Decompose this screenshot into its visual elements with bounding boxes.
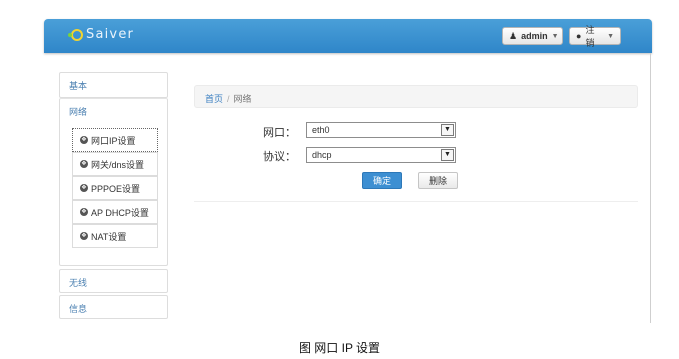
sidebar-item-label: PPPOE设置 [91, 183, 141, 194]
chevron-down-icon: ▼ [441, 149, 454, 161]
globe-icon: ❖ [80, 184, 88, 192]
port-label: 网口： [263, 127, 296, 139]
delete-button[interactable]: 删除 [418, 172, 458, 189]
sidebar-item-ap-dhcp[interactable]: ❖ AP DHCP设置 [72, 200, 158, 224]
breadcrumb-separator: / [227, 94, 230, 104]
confirm-button[interactable]: 确定 [362, 172, 402, 189]
sidebar-item-gateway-dns[interactable]: ❖ 网关/dns设置 [72, 152, 158, 176]
protocol-select-value: dhcp [312, 150, 332, 160]
frame-border [650, 53, 651, 323]
logout-label: 注销 [585, 25, 595, 48]
sidebar-section-info[interactable]: 信息 [59, 295, 168, 319]
sidebar-item-label: NAT设置 [91, 231, 127, 242]
sidebar-item-nat[interactable]: ❖ NAT设置 [72, 224, 158, 248]
figure-caption: 图 网口 IP 设置 [298, 341, 381, 355]
sidebar-section-label: 信息 [69, 304, 88, 314]
port-select[interactable]: eth0 ▼ [306, 122, 456, 138]
divider [194, 201, 638, 202]
sidebar-item-label: 网关/dns设置 [91, 159, 145, 170]
sidebar-section-basic[interactable]: 基本 [59, 72, 168, 98]
drop-icon: ● [576, 31, 582, 41]
breadcrumb-home-link[interactable]: 首页 [205, 94, 223, 104]
globe-icon: ❖ [80, 136, 88, 144]
top-navbar: Saiver ♟ admin ▼ ● 注销 ▼ [44, 19, 652, 53]
port-select-value: eth0 [312, 125, 330, 135]
logout-button[interactable]: ● 注销 ▼ [569, 25, 621, 48]
sidebar-section-wireless[interactable]: 无线 [59, 269, 168, 293]
chevron-down-icon: ▼ [441, 124, 454, 136]
sidebar-item-pppoe[interactable]: ❖ PPPOE设置 [72, 176, 158, 200]
sidebar-section-label[interactable]: 网络 [60, 99, 167, 124]
breadcrumb: 首页 / 网络 [194, 85, 638, 108]
sidebar-section-network: 网络 ❖ 网口IP设置 ❖ 网关/dns设置 ❖ PPPOE设置 ❖ AP DH… [59, 98, 168, 266]
user-menu-button[interactable]: ♟ admin ▼ [502, 27, 563, 45]
user-menu-label: admin [521, 31, 548, 41]
logo-icon [68, 28, 84, 42]
sidebar-item-label: 网口IP设置 [91, 135, 136, 146]
protocol-label: 协议： [263, 151, 296, 163]
chevron-down-icon: ▼ [607, 32, 614, 40]
sidebar-section-label: 无线 [69, 278, 88, 288]
globe-icon: ❖ [80, 232, 88, 240]
user-icon: ♟ [509, 30, 518, 41]
protocol-select[interactable]: dhcp ▼ [306, 147, 456, 163]
chevron-down-icon: ▼ [551, 32, 559, 40]
brand-logo[interactable]: Saiver [68, 27, 135, 42]
breadcrumb-current: 网络 [233, 94, 252, 104]
globe-icon: ❖ [80, 160, 88, 168]
sidebar-item-label: AP DHCP设置 [91, 207, 149, 218]
brand-name: Saiver [86, 27, 135, 42]
sidebar-item-port-ip[interactable]: ❖ 网口IP设置 [72, 128, 158, 152]
globe-icon: ❖ [80, 208, 88, 216]
sidebar-section-label: 基本 [69, 81, 88, 91]
